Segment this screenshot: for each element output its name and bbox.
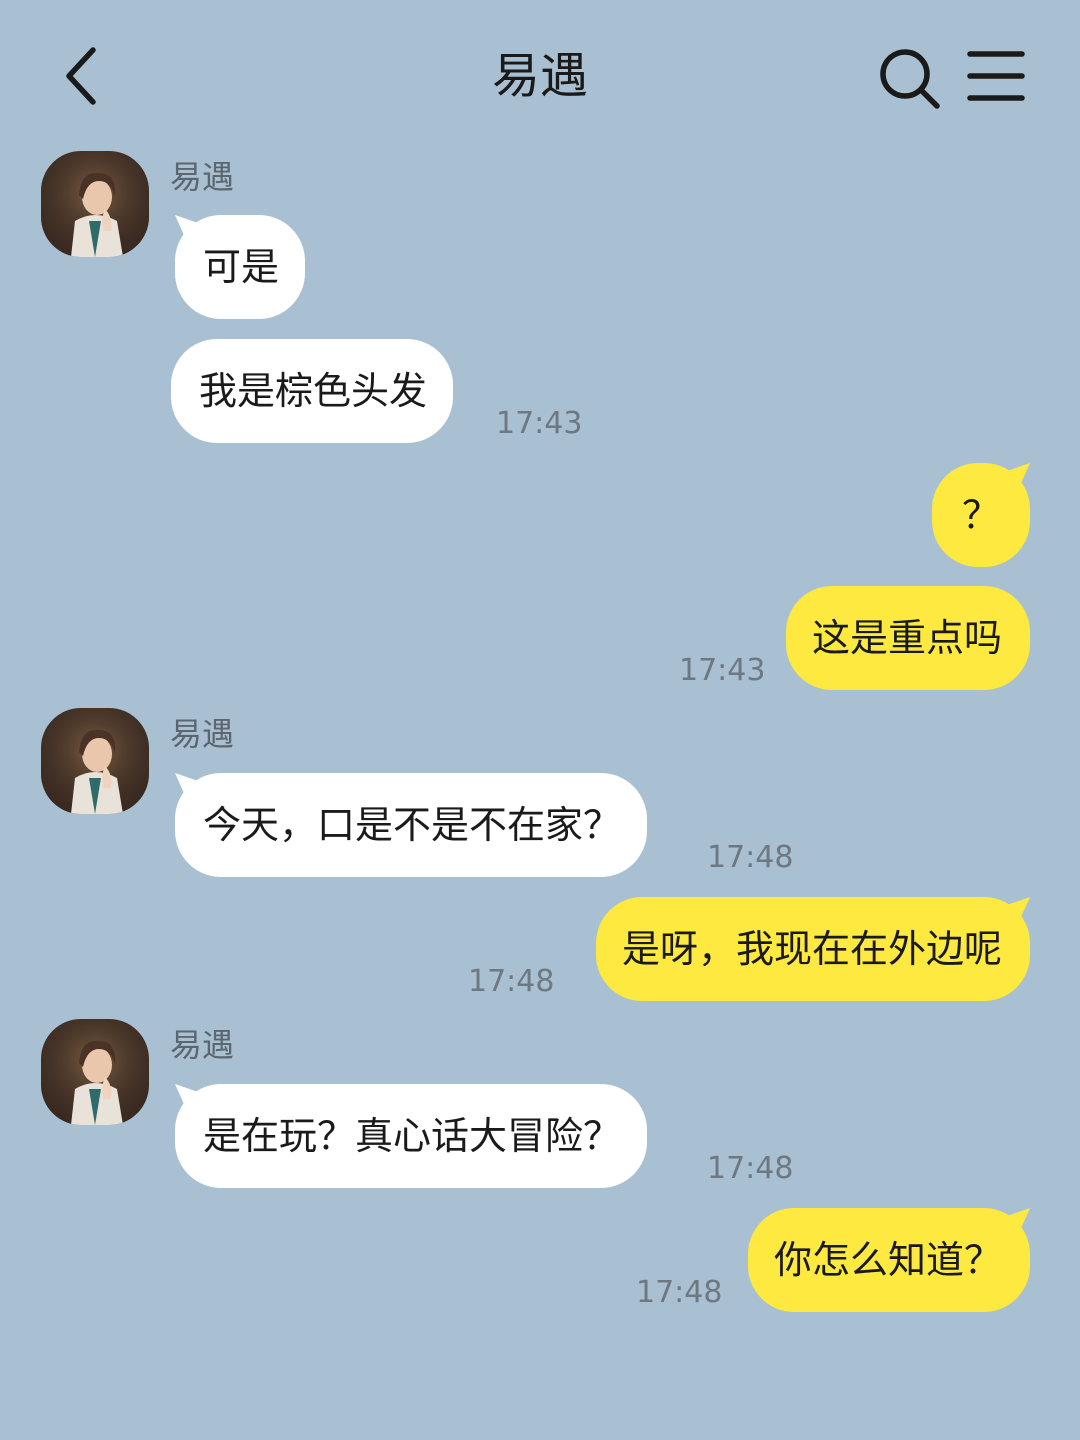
message-bubble[interactable]: 是在玩？真心话大冒险？: [175, 1084, 648, 1188]
message-bubble[interactable]: 今天，口是不是不在家？: [175, 773, 648, 877]
message-text: 是在玩？真心话大冒险？: [203, 1114, 622, 1158]
contact-avatar[interactable]: [41, 151, 149, 257]
contact-avatar[interactable]: [41, 708, 149, 814]
message-text: 我是棕色头发: [199, 369, 428, 413]
message-text: 你怎么知道？: [773, 1238, 1002, 1282]
sender-name: 易遇: [170, 1026, 235, 1064]
search-button[interactable]: [875, 44, 943, 112]
message-text: 是呀，我现在在外边呢: [621, 927, 1002, 971]
menu-button[interactable]: [962, 48, 1028, 106]
message-text: 这是重点吗: [811, 616, 1002, 660]
chevron-left-icon: [66, 47, 96, 105]
message-text: ？: [961, 493, 1000, 537]
message-time: 17:48: [707, 840, 794, 875]
message-time: 17:43: [496, 406, 583, 441]
message-text: 可是: [203, 245, 280, 289]
message-time: 17:48: [468, 964, 555, 999]
message-bubble[interactable]: ？: [931, 463, 1030, 567]
message-bubble[interactable]: 可是: [175, 215, 306, 319]
chat-header: 易遇: [0, 0, 1080, 150]
message-bubble[interactable]: 我是棕色头发: [171, 339, 454, 443]
message-time: 17:48: [636, 1275, 723, 1310]
contact-avatar[interactable]: [41, 1019, 149, 1125]
message-text: 今天，口是不是不在家？: [203, 803, 622, 847]
menu-icon: [967, 51, 1025, 101]
message-bubble[interactable]: 这是重点吗: [785, 586, 1030, 690]
message-bubble[interactable]: 是呀，我现在在外边呢: [595, 897, 1030, 1001]
sender-name: 易遇: [170, 158, 235, 196]
message-time: 17:48: [707, 1151, 794, 1186]
back-button[interactable]: [55, 40, 115, 110]
message-time: 17:43: [679, 653, 766, 688]
search-icon: [880, 49, 940, 109]
sender-name: 易遇: [170, 715, 235, 753]
message-bubble[interactable]: 你怎么知道？: [747, 1208, 1030, 1312]
